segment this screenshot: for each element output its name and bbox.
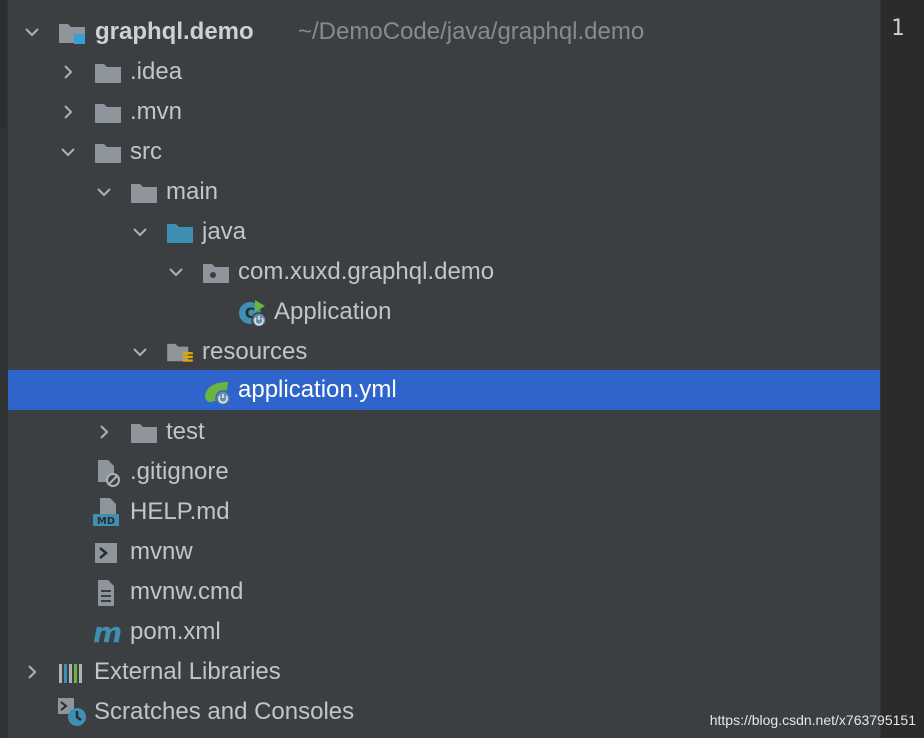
tree-item-label: java bbox=[202, 218, 247, 245]
project-tree[interactable]: graphql.demo ~/DemoCode/java/graphql.dem… bbox=[8, 0, 880, 738]
maven-icon: m bbox=[93, 618, 122, 648]
shell-script-icon bbox=[95, 543, 117, 563]
tree-row-mvn[interactable]: .mvn bbox=[8, 92, 880, 132]
resources-folder-icon bbox=[167, 343, 193, 362]
tree-item-label: Application bbox=[274, 298, 392, 325]
tree-item-label: mvnw.cmd bbox=[130, 578, 244, 605]
tree-row-java[interactable]: java bbox=[8, 212, 880, 252]
tree-row-test[interactable]: test bbox=[8, 412, 880, 452]
tree-row-pom-xml[interactable]: m pom.xml bbox=[8, 612, 880, 652]
source-folder-icon bbox=[167, 224, 193, 243]
spring-config-icon bbox=[205, 382, 231, 406]
tree-row-gitignore[interactable]: .gitignore bbox=[8, 452, 880, 492]
chevron-down-icon[interactable] bbox=[168, 264, 184, 280]
chevron-down-icon[interactable] bbox=[96, 184, 112, 200]
svg-text:MD: MD bbox=[97, 516, 115, 527]
tree-item-label: .gitignore bbox=[130, 458, 229, 485]
chevron-down-icon[interactable] bbox=[132, 344, 148, 360]
tree-row-application[interactable]: C Application bbox=[8, 292, 880, 332]
tree-row-external-libraries[interactable]: External Libraries bbox=[8, 652, 880, 692]
tree-item-label: resources bbox=[202, 338, 308, 365]
folder-icon bbox=[131, 184, 157, 203]
tree-item-label: com.xuxd.graphql.demo bbox=[238, 258, 495, 285]
editor-gutter: 1 bbox=[880, 0, 924, 738]
tree-item-label: main bbox=[166, 178, 219, 205]
folder-icon bbox=[95, 144, 121, 163]
package-icon bbox=[203, 264, 229, 283]
tree-item-label: application.yml bbox=[238, 376, 397, 403]
chevron-right-icon[interactable] bbox=[96, 424, 112, 440]
markdown-file-icon: MD bbox=[93, 498, 119, 527]
tree-item-label: Scratches and Consoles bbox=[94, 698, 355, 725]
module-folder-icon bbox=[59, 24, 85, 44]
tree-item-label: pom.xml bbox=[130, 618, 221, 645]
tree-row-help-md[interactable]: MD HELP.md bbox=[8, 492, 880, 532]
ignore-file-icon bbox=[98, 460, 120, 487]
tree-row-application-yml[interactable]: application.yml bbox=[8, 370, 880, 410]
tree-row-root[interactable]: graphql.demo ~/DemoCode/java/graphql.dem… bbox=[8, 12, 880, 52]
left-tool-strip bbox=[0, 0, 8, 738]
libraries-icon bbox=[59, 664, 82, 683]
tree-row-main[interactable]: main bbox=[8, 172, 880, 212]
svg-text:m: m bbox=[93, 618, 122, 648]
chevron-down-icon[interactable] bbox=[60, 144, 76, 160]
tree-row-package[interactable]: com.xuxd.graphql.demo bbox=[8, 252, 880, 292]
folder-icon bbox=[131, 424, 157, 443]
tree-item-label: .idea bbox=[130, 58, 183, 85]
folder-icon bbox=[95, 104, 121, 123]
tree-row-resources[interactable]: resources bbox=[8, 332, 880, 372]
tree-item-label: HELP.md bbox=[130, 498, 230, 525]
tree-item-label: src bbox=[130, 138, 162, 165]
chevron-down-icon[interactable] bbox=[132, 224, 148, 240]
line-number: 1 bbox=[891, 16, 905, 41]
folder-icon bbox=[95, 64, 121, 83]
tree-row-mvnw-cmd[interactable]: mvnw.cmd bbox=[8, 572, 880, 612]
tool-strip-tab[interactable] bbox=[0, 0, 6, 128]
chevron-right-icon[interactable] bbox=[24, 664, 40, 680]
chevron-right-icon[interactable] bbox=[60, 104, 76, 120]
tree-item-label: .mvn bbox=[130, 98, 183, 125]
tree-item-label: External Libraries bbox=[94, 658, 281, 685]
tree-row-idea[interactable]: .idea bbox=[8, 52, 880, 92]
root-path: ~/DemoCode/java/graphql.demo bbox=[298, 18, 645, 45]
chevron-down-icon[interactable] bbox=[24, 24, 40, 40]
chevron-right-icon[interactable] bbox=[60, 64, 76, 80]
scratches-icon bbox=[58, 698, 86, 726]
tree-row-src[interactable]: src bbox=[8, 132, 880, 172]
tree-item-label: mvnw bbox=[130, 538, 193, 565]
text-file-icon bbox=[98, 580, 114, 606]
watermark: https://blog.csdn.net/x763795151 bbox=[709, 712, 916, 728]
tree-item-label: test bbox=[166, 418, 205, 445]
tree-row-mvnw[interactable]: mvnw bbox=[8, 532, 880, 572]
spring-boot-class-icon: C bbox=[239, 300, 267, 328]
root-name: graphql.demo bbox=[95, 18, 254, 45]
